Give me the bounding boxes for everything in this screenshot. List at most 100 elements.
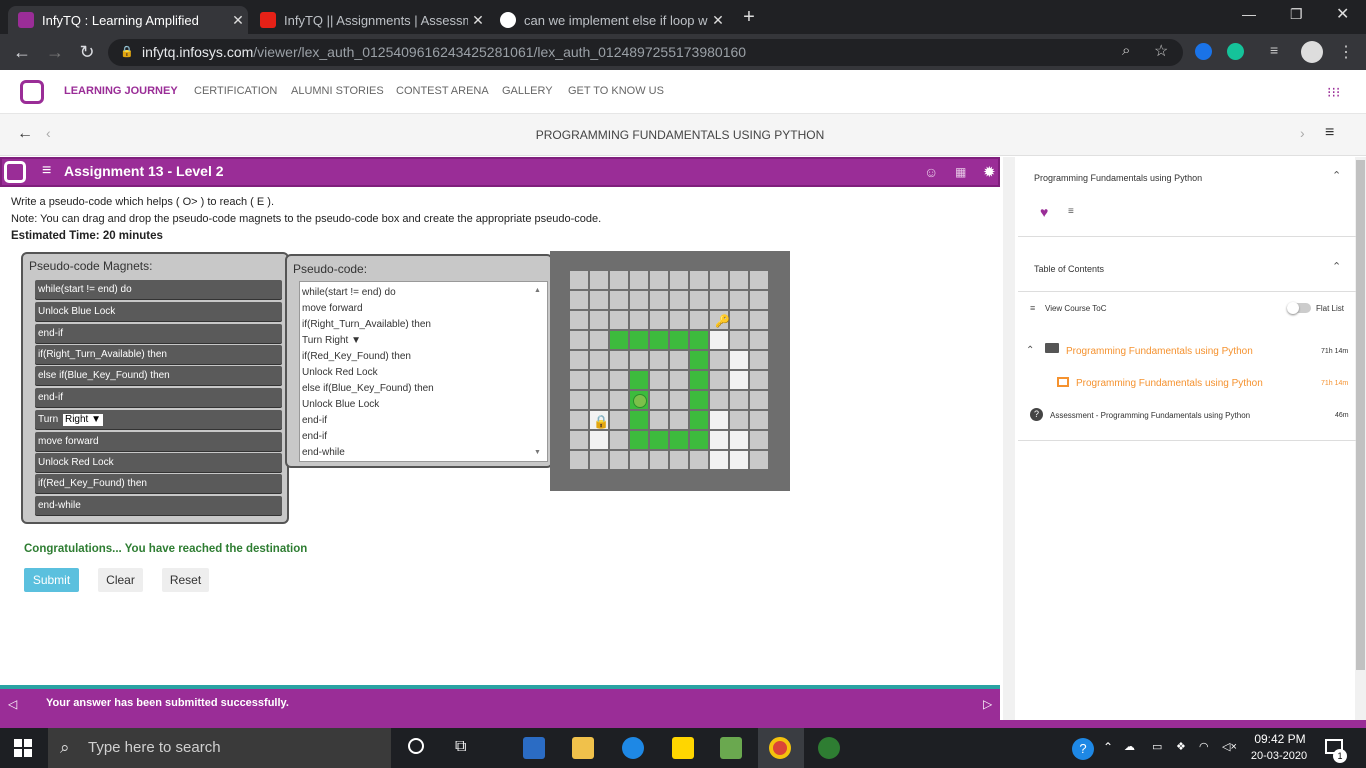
infytq-logo[interactable] [20,80,44,104]
profile-avatar[interactable] [1301,41,1323,63]
next-chevron-icon[interactable]: › [1300,125,1305,141]
magnet-unlock-blue[interactable]: Unlock Blue Lock [35,302,282,321]
heart-icon[interactable]: ♥ [1040,204,1048,220]
tab-assignments[interactable]: InfyTQ || Assignments | Assessme ✕ [250,6,488,34]
dropbox-icon[interactable]: ❖ [1176,740,1186,753]
magnet-unlock-red[interactable]: Unlock Red Lock [35,453,282,472]
chrome-icon[interactable] [769,737,791,759]
turn-direction-select[interactable]: Right ▼ [62,414,104,426]
pseudocode-line[interactable]: end-if [302,415,327,426]
close-tab-icon[interactable]: ✕ [228,12,248,29]
view-course-toc-link[interactable]: View Course ToC [1045,304,1107,313]
hp-extension-icon[interactable] [1195,43,1212,60]
pseudocode-line[interactable]: end-while [302,447,345,458]
back-arrow-icon[interactable]: ← [10,40,34,64]
onedrive-icon[interactable]: ☁ [1124,740,1135,753]
task-view-icon[interactable]: ⧉ [455,738,466,756]
maximize-button[interactable]: ❐ [1290,6,1303,23]
media-control-icon[interactable]: ≡ [1270,42,1278,58]
collapse-chevron-icon[interactable]: ⌃ [1332,169,1341,182]
nav-get-to-know-us[interactable]: GET TO KNOW US [568,85,664,97]
pseudocode-line[interactable]: Turn Right ▼ [302,335,361,346]
settings-gear-icon[interactable]: ✹ [983,163,996,181]
pseudocode-line[interactable]: move forward [302,303,363,314]
clock-date[interactable]: 20-03-2020 [1246,750,1312,762]
magnet-end-if-2[interactable]: end-if [35,388,282,407]
toc-item-module[interactable]: Programming Fundamentals using Python [1066,346,1253,357]
vscode-icon[interactable] [523,737,545,759]
minimize-button[interactable]: — [1242,6,1256,22]
pseudocode-line[interactable]: Unlock Red Lock [302,367,378,378]
battery-icon[interactable]: ▭ [1152,740,1162,753]
magnet-else-if-blue-key[interactable]: else if(Blue_Key_Found) then [35,366,282,385]
playlist-add-icon[interactable]: ≡ [1068,206,1074,217]
toc-item-resource[interactable]: Programming Fundamentals using Python [1076,378,1263,389]
pseudocode-line[interactable]: if(Right_Turn_Available) then [302,319,431,330]
apps-grid-icon[interactable]: ⁝⁝⁝ [1327,84,1340,101]
flat-list-toggle[interactable] [1287,302,1311,314]
help-tray-icon[interactable]: ? [1072,738,1094,760]
pseudocode-line[interactable]: while(start != end) do [302,287,396,298]
wifi-icon[interactable]: ◠ [1199,740,1209,753]
bookmark-star-icon[interactable]: ☆ [1154,41,1168,61]
back-icon[interactable]: ← [17,125,33,143]
calendar-icon[interactable]: ▦ [955,165,966,179]
clock-time[interactable]: 09:42 PM [1250,732,1310,746]
hamburger-icon[interactable]: ≡ [42,162,51,180]
menu-icon[interactable]: ≡ [1325,124,1334,142]
chrome-menu-icon[interactable]: ⋮ [1338,42,1354,62]
pseudocode-line[interactable]: if(Red_Key_Found) then [302,351,411,362]
content-scrollbar[interactable] [1003,157,1015,720]
previous-chevron-icon[interactable]: ‹ [46,125,51,141]
grammarly-extension-icon[interactable] [1227,43,1244,60]
tab-google[interactable]: can we implement else if loop wi ✕ [490,6,728,34]
nav-certification[interactable]: CERTIFICATION [194,85,277,97]
file-explorer-icon[interactable] [572,737,594,759]
tab-infytq[interactable]: InfyTQ : Learning Amplified ✕ [8,6,248,34]
nav-alumni-stories[interactable]: ALUMNI STORIES [291,85,384,97]
close-tab-icon[interactable]: ✕ [468,12,488,29]
status-prev-icon[interactable]: ◁ [8,697,17,711]
status-next-icon[interactable]: ▷ [983,697,992,711]
forward-arrow-icon[interactable]: → [43,40,67,64]
magnet-if-right-turn[interactable]: if(Right_Turn_Available) then [35,345,282,364]
volume-icon[interactable]: ◁× [1222,740,1237,753]
clear-button[interactable]: Clear [98,568,143,592]
cortana-icon[interactable] [408,738,424,754]
maze-cell [630,311,648,329]
pseudocode-line[interactable]: else if(Blue_Key_Found) then [302,383,434,394]
expand-chevron-icon[interactable]: ⌃ [1026,345,1034,356]
close-window-button[interactable]: ✕ [1336,4,1349,24]
magnet-while[interactable]: while(start != end) do [35,280,282,299]
tray-expand-icon[interactable]: ⌃ [1103,740,1113,754]
taskbar-search-box[interactable]: ⌕ Type here to search [48,728,391,768]
magnet-if-red-key[interactable]: if(Red_Key_Found) then [35,474,282,493]
toc-item-assessment[interactable]: Assessment - Programming Fundamentals us… [1050,411,1250,420]
close-tab-icon[interactable]: ✕ [708,12,728,29]
reload-icon[interactable]: ↻ [75,40,99,64]
reset-button[interactable]: Reset [162,568,209,592]
magnet-turn[interactable]: Turn Right ▼ [35,410,282,429]
sidebar-scroll-thumb[interactable] [1356,160,1365,670]
pseudocode-line[interactable]: end-if [302,431,327,442]
smiley-icon[interactable]: ☺ [924,164,938,180]
windows-start-icon[interactable] [14,739,32,757]
magnet-move-forward[interactable]: move forward [35,432,282,451]
atom-icon[interactable] [818,737,840,759]
edge-icon[interactable] [622,737,644,759]
editor-app-icon[interactable] [720,737,742,759]
scroll-up-icon[interactable]: ▲ [534,287,541,294]
nav-contest-arena[interactable]: CONTEST ARENA [396,85,489,97]
toc-collapse-icon[interactable]: ⌃ [1332,260,1341,273]
nav-gallery[interactable]: GALLERY [502,85,553,97]
new-tab-button[interactable]: + [738,6,760,28]
magnet-end-while[interactable]: end-while [35,496,282,515]
pseudocode-line[interactable]: Unlock Blue Lock [302,399,379,410]
scroll-down-icon[interactable]: ▼ [534,449,541,456]
nav-learning-journey[interactable]: LEARNING JOURNEY [64,85,178,97]
magnet-end-if[interactable]: end-if [35,324,282,343]
address-bar[interactable]: 🔒 infytq.infosys.com/viewer/lex_auth_012… [108,39,1183,66]
submit-button[interactable]: Submit [24,568,79,592]
zoom-icon[interactable]: ⌕ [1122,42,1130,59]
sticky-notes-icon[interactable] [672,737,694,759]
